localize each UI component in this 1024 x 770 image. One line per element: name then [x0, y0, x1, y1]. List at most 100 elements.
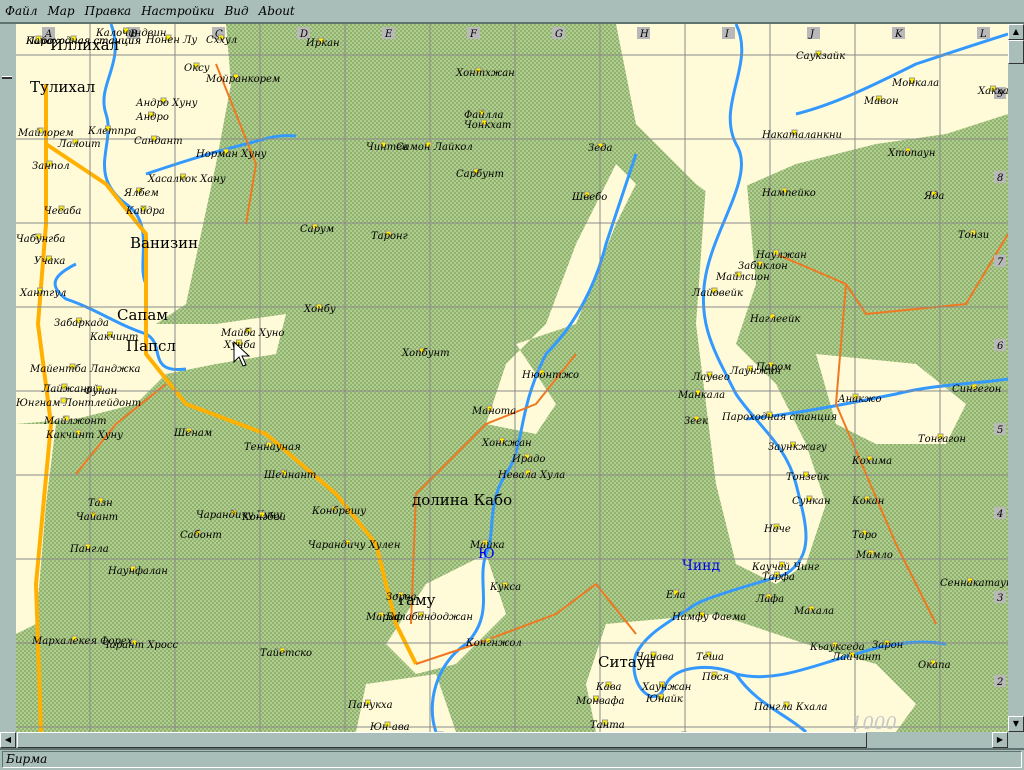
place-label[interactable]: Хтопаун — [887, 148, 935, 159]
place-label[interactable]: Ялбем — [123, 188, 159, 199]
place-label[interactable]: Чайант — [76, 512, 118, 523]
place-label[interactable]: Наунфалан — [107, 566, 168, 577]
place-label[interactable]: Юнгнам Лонтлейдонт — [16, 398, 141, 409]
place-label[interactable]: Какчинт — [89, 332, 138, 343]
place-label[interactable]: Чанава — [636, 652, 674, 663]
place-label[interactable]: Лайовейк — [691, 288, 743, 299]
place-label[interactable]: Заункжагу — [768, 442, 827, 453]
place-label[interactable]: Тонгагон — [918, 434, 966, 445]
place-label[interactable]: Махала — [793, 606, 834, 617]
scroll-right-button[interactable]: ▶ — [992, 732, 1008, 748]
place-label[interactable]: Хасалкок Хану — [147, 174, 226, 185]
place-label[interactable]: Пангла Кхала — [753, 702, 828, 713]
place-label[interactable]: Наче — [763, 524, 791, 535]
place-label[interactable]: Швебо — [571, 192, 607, 203]
place-label[interactable]: Норман Хуну — [195, 149, 267, 160]
place-label[interactable]: Яда — [923, 191, 944, 202]
menu-about[interactable]: About — [254, 4, 300, 18]
place-label[interactable]: Тулихал — [30, 78, 95, 96]
place-label[interactable]: Андро — [135, 112, 169, 123]
place-label[interactable]: Хонкжан — [481, 438, 532, 449]
place-label[interactable]: Кайа — [25, 36, 52, 47]
place-label[interactable]: Анакжо — [837, 394, 881, 405]
place-label[interactable]: Невала Хула — [497, 470, 565, 481]
place-label[interactable]: Пося — [701, 672, 729, 683]
place-label[interactable]: Майба Хуно — [220, 328, 284, 339]
place-label[interactable]: Зеек — [684, 416, 708, 427]
menu-edit[interactable]: Правка — [80, 4, 137, 18]
place-label[interactable]: Чабунгба — [16, 234, 65, 245]
place-label[interactable]: Нонен Лу — [145, 35, 197, 46]
place-label[interactable]: Лалоит — [57, 139, 101, 150]
place-label[interactable]: Самон Лайкол — [396, 142, 473, 153]
place-label[interactable]: Сабонт — [180, 530, 222, 541]
place-label[interactable]: Таронг — [371, 231, 408, 242]
place-label[interactable]: Тарфа — [762, 572, 795, 583]
place-label[interactable]: Лафа — [755, 594, 784, 605]
place-label[interactable]: Балабандоджан — [385, 612, 473, 623]
place-label[interactable]: Зеда — [588, 143, 612, 154]
place-label[interactable]: Таро — [852, 530, 877, 541]
place-label[interactable]: Тонзи — [958, 230, 989, 241]
place-label[interactable]: Сарум — [300, 224, 334, 235]
place-label[interactable]: Пангла — [69, 544, 109, 555]
place-label[interactable]: Конгбей — [241, 512, 286, 523]
place-label[interactable]: Нюонтжо — [521, 370, 579, 381]
place-label[interactable]: Хантгул — [19, 288, 66, 299]
place-label[interactable]: Шенам — [173, 428, 212, 439]
place-label[interactable]: Лаувео — [691, 372, 730, 383]
place-label[interactable]: Кокан — [851, 496, 884, 507]
horizontal-scrollbar[interactable]: ◀ ▶ — [0, 732, 1008, 748]
place-label[interactable]: Манкала — [677, 390, 725, 401]
place-label[interactable]: Кукса — [489, 582, 521, 593]
place-label[interactable]: Накаталанкни — [761, 130, 842, 141]
place-label[interactable]: Паром — [755, 362, 791, 373]
place-label[interactable]: Лайчант — [831, 652, 881, 663]
place-label[interactable]: Забаркада — [54, 318, 109, 329]
place-label[interactable]: Хопбунт — [401, 348, 450, 359]
scroll-left-button[interactable]: ◀ — [0, 732, 16, 748]
place-label[interactable]: Юнайк — [645, 694, 683, 705]
place-label[interactable]: Зарон — [872, 640, 903, 651]
place-label[interactable]: Чарант Хросс — [102, 640, 178, 651]
place-label[interactable]: Майентба Ланджка — [29, 364, 140, 375]
place-label[interactable]: Хонбу — [303, 304, 336, 315]
place-label[interactable]: Тонзейк — [786, 472, 829, 483]
place-label[interactable]: Намфу Фаема — [671, 612, 746, 623]
ruler-marker[interactable] — [2, 76, 12, 79]
place-label[interactable]: Хонтхжан — [455, 68, 515, 79]
place-label[interactable]: Конбрешу — [311, 506, 366, 517]
vertical-scrollbar[interactable]: ▲ ▼ — [1008, 24, 1024, 732]
place-label[interactable]: Чесаба — [44, 206, 81, 217]
place-label[interactable]: Монвафа — [575, 696, 624, 707]
place-label[interactable]: Хаунжан — [641, 682, 691, 693]
place-label[interactable]: Танта — [590, 720, 625, 731]
place-label[interactable]: Фунан — [84, 386, 117, 397]
place-label[interactable]: Монкала — [891, 78, 939, 89]
place-label[interactable]: Нампейко — [761, 188, 816, 199]
place-label[interactable]: Мойранкорем — [205, 74, 280, 85]
place-label[interactable]: Саукзайк — [796, 51, 845, 62]
place-label[interactable]: Сеннакатаун — [940, 578, 1008, 589]
place-label[interactable]: Кава — [595, 682, 622, 693]
place-label[interactable]: Сарбунт — [456, 169, 504, 180]
place-label[interactable]: Чонкхат — [464, 120, 511, 131]
place-label[interactable]: Мавон — [863, 96, 899, 107]
place-label[interactable]: Ирадо — [511, 454, 545, 465]
place-label[interactable]: Андро Хуну — [135, 98, 198, 109]
menu-file[interactable]: Файл — [0, 4, 42, 18]
place-label[interactable]: Сандант — [134, 136, 183, 147]
place-label[interactable]: Пароходная станция — [721, 412, 837, 423]
place-label[interactable]: Клетпра — [87, 126, 136, 137]
place-label[interactable]: Какчинт Хуну — [45, 430, 123, 441]
place-label[interactable]: Тайетско — [260, 648, 312, 659]
vertical-scroll-thumb[interactable] — [1008, 40, 1024, 64]
place-label[interactable]: Теша — [696, 652, 724, 663]
place-label[interactable]: Иркан — [305, 38, 340, 49]
place-label[interactable]: Майка — [469, 540, 505, 551]
place-label[interactable]: Майлорем — [17, 128, 74, 139]
place-label[interactable]: Кайдра — [125, 206, 165, 217]
place-label[interactable]: Юн-ава — [369, 722, 410, 732]
place-label[interactable]: Ванизин — [130, 234, 198, 252]
place-label[interactable]: Теннауная — [244, 442, 301, 453]
